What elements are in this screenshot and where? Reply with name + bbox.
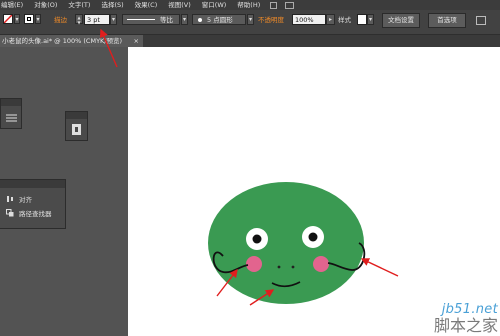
watermark: jb51.net 脚本之家 [434,302,498,335]
annotation-arrows [99,28,399,306]
watermark-site: jb51.net [441,302,498,317]
arrow-to-left-ear [216,268,238,297]
arrow-to-right-ear [360,258,399,277]
arrow-to-stroke-weight [99,28,118,68]
arrow-to-mouth [249,289,275,306]
watermark-name: 脚本之家 [433,316,498,335]
